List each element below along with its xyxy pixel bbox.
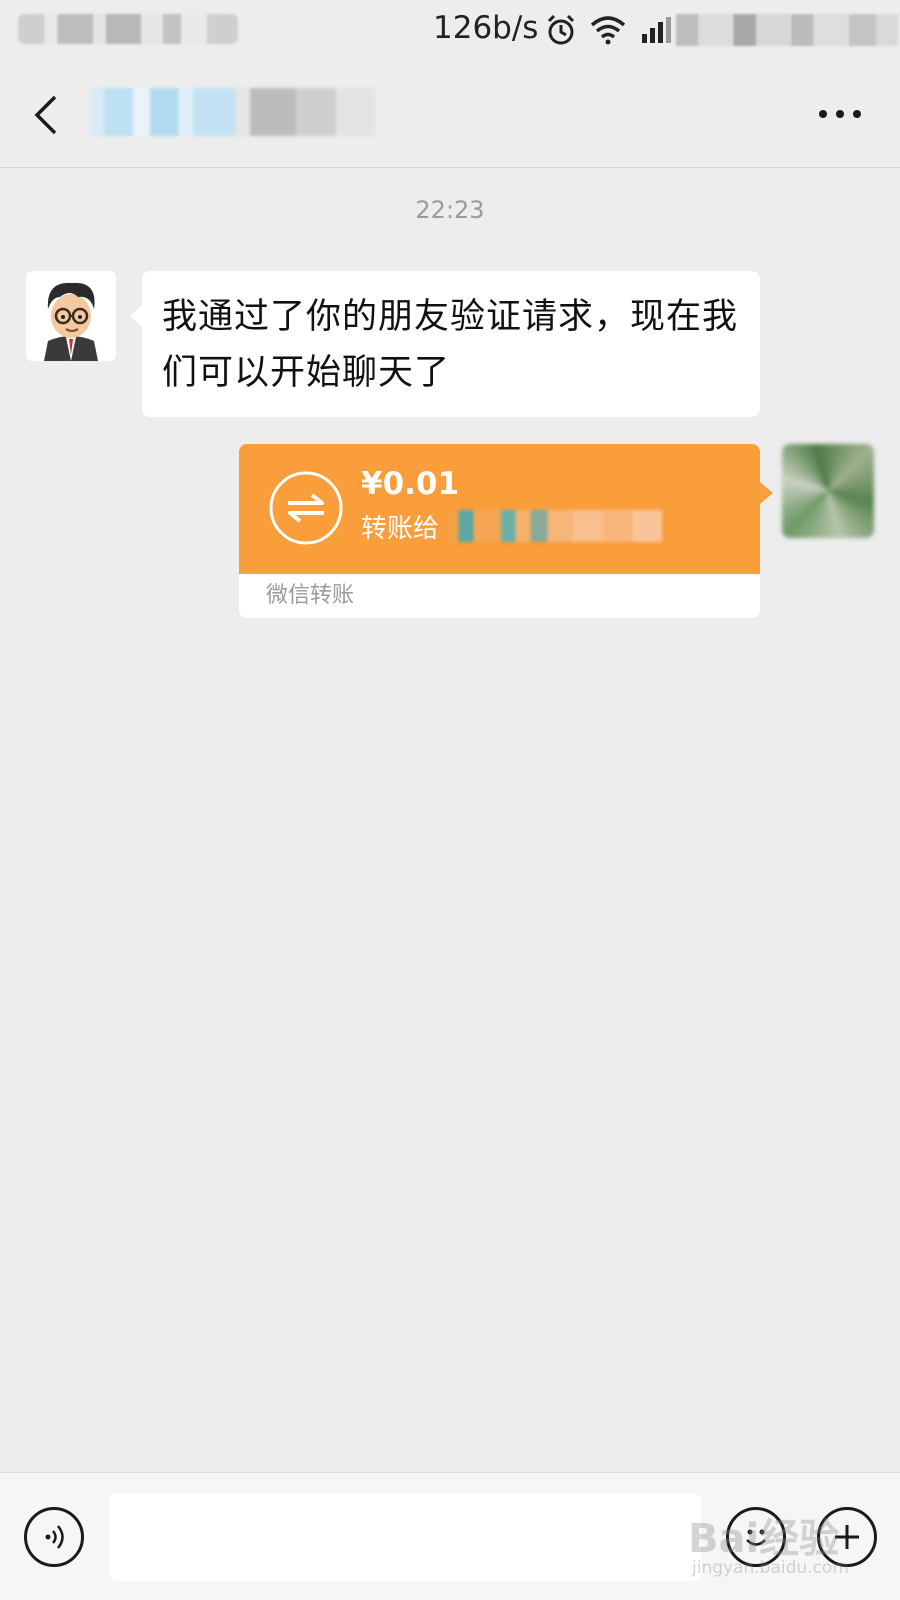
status-battery-time-blurred xyxy=(676,14,898,46)
contact-avatar[interactable] xyxy=(26,271,116,361)
incoming-message-bubble[interactable]: 我通过了你的朋友验证请求，现在我们可以开始聊天了 xyxy=(130,271,760,417)
transfer-card-body: ¥0.01 转账给 xyxy=(239,444,773,574)
cartoon-avatar-icon xyxy=(26,271,116,361)
alarm-icon xyxy=(544,10,578,50)
chat-input-bar xyxy=(0,1472,900,1600)
signal-bars-icon xyxy=(640,10,674,50)
transfer-card-footer: 微信转账 xyxy=(239,574,760,618)
transfer-recipient-blurred xyxy=(450,510,662,542)
message-text: 我通过了你的朋友验证请求，现在我们可以开始聊天了 xyxy=(162,297,739,393)
emoji-icon[interactable] xyxy=(726,1507,786,1567)
chat-header xyxy=(0,62,900,168)
transfer-arrows-icon xyxy=(269,471,343,545)
more-dots-icon[interactable] xyxy=(812,92,868,136)
plus-icon[interactable] xyxy=(817,1507,877,1567)
status-bar: 126b/s xyxy=(0,0,900,62)
chevron-left-icon[interactable] xyxy=(26,90,66,140)
message-timestamp: 22:23 xyxy=(415,196,485,224)
message-input[interactable] xyxy=(109,1493,701,1581)
transfer-footer-label: 微信转账 xyxy=(266,583,355,608)
wifi-icon xyxy=(590,10,626,50)
voice-icon[interactable] xyxy=(24,1507,84,1567)
transfer-amount: ¥0.01 xyxy=(361,466,460,502)
transfer-description: 转账给 xyxy=(361,514,440,544)
transfer-message-card[interactable]: ¥0.01 转账给 微信转账 xyxy=(239,444,773,618)
network-speed: 126b/s xyxy=(433,10,539,46)
status-notification-icons-blurred xyxy=(18,14,238,44)
my-avatar[interactable] xyxy=(782,444,874,538)
contact-name-blurred xyxy=(90,88,376,136)
